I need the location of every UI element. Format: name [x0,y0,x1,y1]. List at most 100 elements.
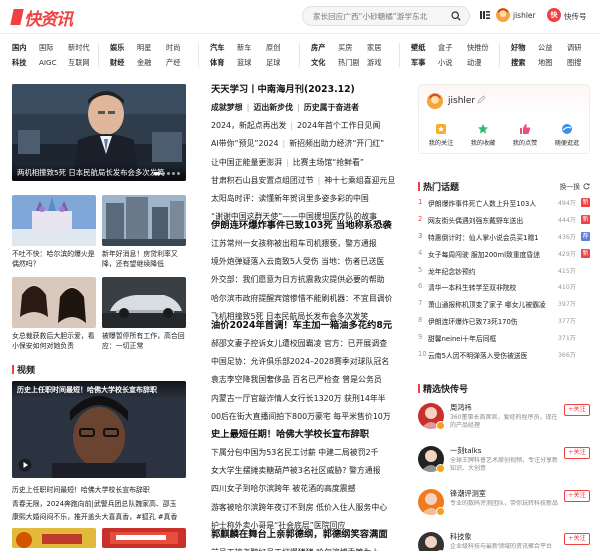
refresh-button[interactable]: 换一换 [560,181,590,191]
nav-link[interactable]: 新时代 [68,43,90,53]
nav-link[interactable]: AIGC [39,58,57,67]
nav-link[interactable]: 地图 [538,58,552,68]
nav-link[interactable]: 热门剧 [338,58,360,68]
news-link[interactable]: 游客被哈尔滨跨年夜订不到房 低价入住人服务中心 [211,503,387,512]
hot-topic-title[interactable]: 女子每周闯驶 服加200ml致重度昏迷 [428,249,553,259]
nav-link[interactable]: 调研 [567,43,581,53]
news-link[interactable]: 下属分包中国为53名民工讨薪 中建二局被罚2千 [211,448,379,457]
nav-link[interactable]: 买房 [338,43,352,53]
video-player[interactable]: 历史上任职时间最短！哈佛大学校长宣布辞职 [12,381,186,478]
video-line[interactable]: 康熙大婚闷闷不乐，推开盖头大喜真香，#狐孔 #真香 [12,511,186,524]
hero-carousel[interactable]: 两机相撞致5死 日本民航局长发布会多次发笑 [12,84,186,181]
user-card-name[interactable]: jishler [448,96,475,106]
news-link[interactable]: 女大学生摆摊卖糖葫芦被3名社区威胁? 警方通报 [211,466,381,475]
hot-topic-row[interactable]: 5 龙年纪念钞预约 415万 [418,263,590,280]
grid-item[interactable]: 新年好消息！房贷利率又降，还有望继续降低 [102,195,186,269]
hot-topic-row[interactable]: 10 云南5人因不明弹落入受伤被送医 366万 [418,347,590,364]
account-name[interactable]: 周鸿祎 [450,403,472,413]
nav-link[interactable]: 好物 [511,43,525,53]
news-link[interactable]: 历史属于奋进者 [304,103,359,112]
nav-link[interactable]: 游戏 [367,58,381,68]
hot-topic-row[interactable]: 2 网友街头偶遇刘强东戴野车送出 444万新 [418,212,590,229]
nav-link[interactable]: 原创 [266,43,280,53]
play-icon[interactable] [18,458,32,472]
news-headline[interactable]: 郭麒麟在舞台上亲郭德纲，郭德纲笑容满面 [211,529,405,547]
hot-topic-row[interactable]: 6 清华一本科生转学至双非院校 410万 [418,279,590,296]
news-link[interactable]: 成就梦想 [211,103,243,112]
news-link[interactable]: 郝邵文妻子控诉女儿遭校园霸凌 官方：已开展调查 [211,339,387,348]
grid-item[interactable]: 被曝暂停所有工作，高合回应：一切正常 [102,277,186,351]
news-link[interactable]: 比赛主场馆“抢鲜看” [293,158,364,167]
kuaichuan-icon[interactable]: 快 [547,8,561,22]
account-avatar[interactable] [418,532,444,551]
news-link[interactable]: 四川女子到哈尔滨跨年 被花酒的高度震撼 [211,484,356,493]
grid-item[interactable]: 女总裁获救后大胆示爱，看小保安如何对她负责 [12,277,96,351]
news-headline[interactable]: 伊朗连环爆炸事件已致103死 当地称系恐袭 [211,220,405,238]
user-name[interactable]: jishler [513,11,536,20]
news-link[interactable]: 神十七乘组喜迎元旦 [324,176,395,185]
video-thumb[interactable] [102,528,186,548]
nav-link[interactable]: 文化 [311,58,325,68]
video-caption[interactable]: 历史上任职时间最短！哈佛大学校长宣布辞职 [12,484,186,497]
follow-button[interactable]: +关注 [564,533,590,545]
follow-button[interactable]: +关注 [564,404,590,416]
hot-topic-title[interactable]: 云南5人因不明弹落入受伤被送医 [428,350,553,360]
hot-topic-title[interactable]: 特惠倒计时：仙人掌小说会员买1赠1 [428,232,553,242]
grid-title[interactable]: 被曝暂停所有工作，高合回应：一切正常 [102,331,186,351]
news-headline[interactable]: 史上最短任期！哈佛大学校长宣布辞职 [211,429,405,447]
edit-icon[interactable] [477,95,486,104]
news-link[interactable]: AI带你“预见”2024 [211,139,279,148]
carousel-dots[interactable] [154,172,180,175]
search-icon[interactable] [451,11,461,21]
grid-title[interactable]: 不吐不快：哈尔滨的爆火是偶然吗？ [12,249,96,269]
news-link[interactable]: 迈出新步伐 [253,103,292,112]
nav-link[interactable]: 娱乐 [110,43,124,53]
menu-icon[interactable] [480,10,490,20]
news-link[interactable]: 2024，新起点再出发 [211,121,286,130]
hot-topic-title[interactable]: 清华一本科生转学至双非院校 [428,282,553,292]
account-name[interactable]: 锋潮评测室 [450,489,486,499]
nav-link[interactable]: 房产 [311,43,325,53]
nav-link[interactable]: 军事 [411,58,425,68]
news-link[interactable]: 新招频出助力经济“开门红” [289,139,384,148]
video-line[interactable]: 青春无限，2024奔跑向前|武警兵团总队魏家高、邵玉 [12,498,186,511]
nav-link[interactable]: 科技 [12,58,26,68]
news-link[interactable]: 甘肃积石山县安置点组团过节 [211,176,314,185]
nav-link[interactable]: 家居 [367,43,381,53]
news-link[interactable]: 境外炮弹疑落入云南致5人受伤 当地：伤者已送医 [211,257,384,266]
follow-button[interactable]: +关注 [564,490,590,502]
nav-link[interactable]: 时尚 [166,43,180,53]
nav-link[interactable]: 互联网 [68,58,90,68]
news-link[interactable]: 太阳岛时评：读懂新年贺词里多姿多彩的中国 [211,194,369,203]
nav-link[interactable]: 新车 [237,43,251,53]
nav-link[interactable]: 明星 [137,43,151,53]
grid-title[interactable]: 女总裁获救后大胆示爱，看小保安如何对她负责 [12,331,96,351]
hot-topic-title[interactable]: 网友街头偶遇刘强东戴野车送出 [428,215,553,225]
browse-button[interactable]: 随便逛逛 [547,123,587,147]
hot-topic-row[interactable]: 8 伊朗连环爆炸已致73死170伤 377万 [418,313,590,330]
hot-topic-title[interactable]: 伊朗连环爆炸已致73死170伤 [428,316,553,326]
hot-topic-row[interactable]: 9 甜馨neinei十年后同框 371万 [418,330,590,347]
hot-topic-row[interactable]: 4 女子每周闯驶 服加200ml致重度昏迷 429万新 [418,246,590,263]
account-name[interactable]: 一刻talks [450,446,482,456]
news-link[interactable]: 让中国正能量更澎湃 [211,158,282,167]
news-link[interactable]: 2024年首个工作日见闻 [297,121,380,130]
nav-link[interactable]: 动漫 [467,58,481,68]
nav-link[interactable]: 壁纸 [411,43,425,53]
news-link[interactable]: 江苏常州一女孩称被出租车司机猥亵，警方通报 [211,239,377,248]
nav-link[interactable]: 国际 [39,43,53,53]
my-follow-button[interactable]: 我的关注 [421,123,461,147]
nav-link[interactable]: 财经 [110,58,124,68]
nav-link[interactable]: 产经 [166,58,180,68]
follow-button[interactable]: +关注 [564,447,590,459]
news-link[interactable]: 外交部：我们愿意为日方抗震救灾提供必要的帮助 [211,275,385,284]
nav-link[interactable]: 汽车 [210,43,224,53]
nav-link[interactable]: 篮球 [237,58,251,68]
video-thumb[interactable] [12,528,96,548]
hot-topic-row[interactable]: 7 萧山通报称机顶变了家子 哪女儿被霸凌 397万 [418,296,590,313]
nav-link[interactable]: 盒子 [438,43,452,53]
nav-link[interactable]: 金融 [137,58,151,68]
hot-topic-title[interactable]: 萧山通报称机顶变了家子 哪女儿被霸凌 [428,299,553,309]
news-headline[interactable]: 天天学习丨中南海月刊(2023.12) [211,84,405,102]
hot-topic-row[interactable]: 3 特惠倒计时：仙人掌小说会员买1赠1 436万荐 [418,229,590,246]
